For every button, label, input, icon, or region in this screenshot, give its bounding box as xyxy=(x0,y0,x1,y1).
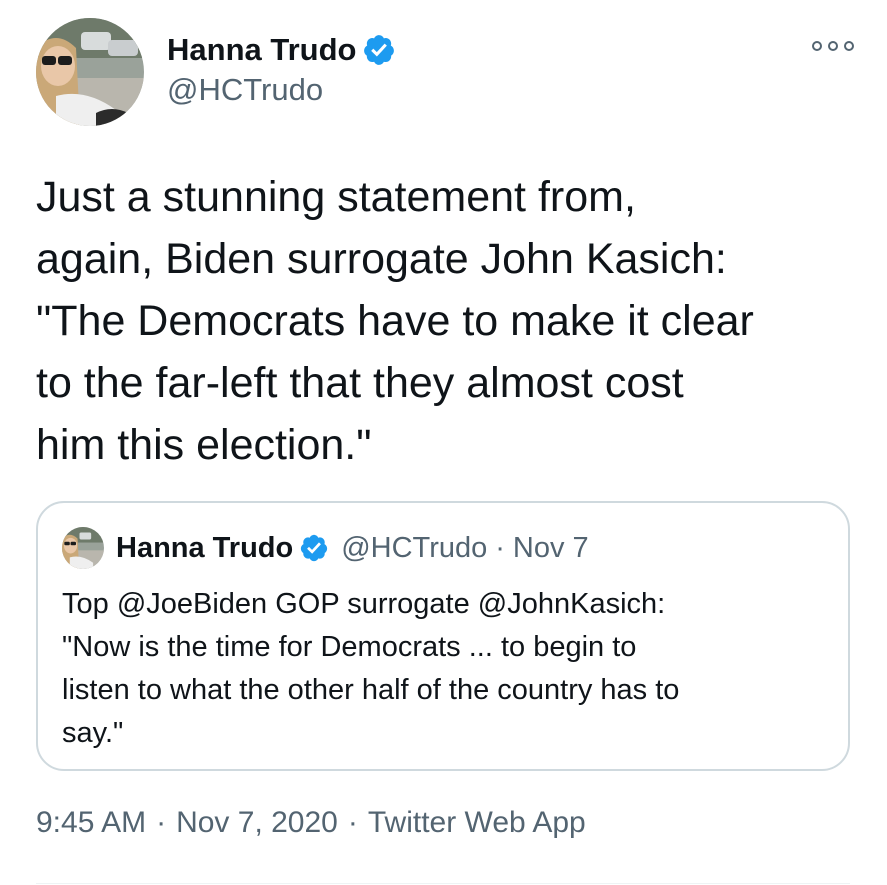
tweet-meta: 9:45 AM · Nov 7, 2020 · Twitter Web App xyxy=(36,806,586,840)
more-dot xyxy=(844,41,854,51)
more-dot xyxy=(812,41,822,51)
author-handle[interactable]: @HCTrudo xyxy=(167,72,323,108)
tweet-text: Just a stunning statement from, again, B… xyxy=(36,166,866,476)
user-photo-avatar-icon xyxy=(62,527,104,569)
tweet-time[interactable]: 9:45 AM xyxy=(36,806,146,840)
verified-badge-icon xyxy=(362,33,396,67)
more-dot xyxy=(828,41,838,51)
author-name-row: Hanna Trudo xyxy=(167,28,396,72)
quoted-author-display-name[interactable]: Hanna Trudo xyxy=(116,532,293,565)
quoted-text-line: say." xyxy=(62,717,124,749)
tweet-text-line: "The Democrats have to make it clear xyxy=(36,297,754,345)
tweet-date[interactable]: Nov 7, 2020 xyxy=(176,806,338,840)
author-display-name[interactable]: Hanna Trudo xyxy=(167,32,356,68)
meta-separator: · xyxy=(347,806,358,839)
quoted-author-handle[interactable]: @HCTrudo xyxy=(341,532,487,565)
meta-separator: · xyxy=(156,806,167,839)
quoted-separator: · xyxy=(495,531,505,564)
more-options-icon[interactable] xyxy=(812,36,854,56)
quoted-text-line: "Now is the time for Democrats ... to be… xyxy=(62,631,637,663)
quoted-tweet-card[interactable]: Hanna Trudo @HCTrudo · Nov 7 Top @JoeBid… xyxy=(36,501,850,771)
divider xyxy=(36,883,850,884)
tweet-text-line: him this election." xyxy=(36,421,372,469)
tweet-text-line: again, Biden surrogate John Kasich: xyxy=(36,235,727,283)
user-photo-avatar-icon xyxy=(36,18,144,126)
quoted-text-line: listen to what the other half of the cou… xyxy=(62,674,680,706)
tweet-source[interactable]: Twitter Web App xyxy=(368,806,586,840)
tweet-card: Hanna Trudo @HCTrudo Just a stunning sta… xyxy=(0,0,887,885)
quoted-text-line: Top @JoeBiden GOP surrogate @JohnKasich: xyxy=(62,588,666,620)
author-avatar[interactable] xyxy=(36,18,144,126)
quoted-tweet-date[interactable]: Nov 7 xyxy=(513,532,589,565)
quoted-tweet-header: Hanna Trudo @HCTrudo · Nov 7 xyxy=(116,527,589,569)
tweet-text-line: to the far-left that they almost cost xyxy=(36,359,684,407)
verified-badge-icon xyxy=(299,533,329,563)
quoted-author-avatar[interactable] xyxy=(62,527,104,569)
quoted-tweet-text: Top @JoeBiden GOP surrogate @JohnKasich:… xyxy=(62,583,832,755)
tweet-text-line: Just a stunning statement from, xyxy=(36,173,636,221)
